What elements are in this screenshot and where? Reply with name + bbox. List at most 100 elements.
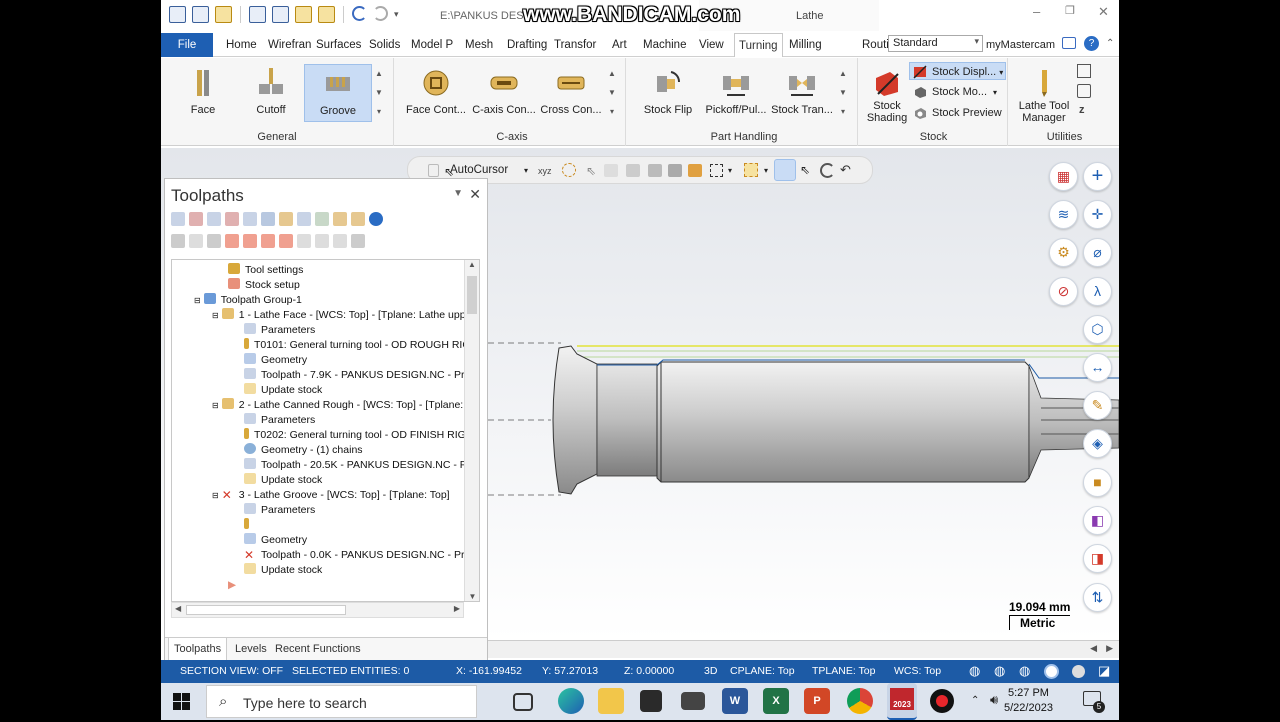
tplane-status[interactable]: TPLANE: Top <box>812 665 875 677</box>
help-icon[interactable]: ? <box>1084 36 1099 51</box>
show-all-icon[interactable] <box>315 234 329 248</box>
tray-overflow-icon[interactable]: ⌃ <box>971 695 979 706</box>
mastercam-taskbar-button[interactable]: 2023 <box>887 683 917 720</box>
function-icon[interactable]: λ <box>1083 277 1112 306</box>
stock-display-button[interactable]: Stock Displ... ▾ <box>909 62 1006 80</box>
viewsheet-prev-icon[interactable]: ◀ <box>1090 643 1097 654</box>
panel-close-icon[interactable]: ✕ <box>469 186 481 203</box>
general-gallery-scroll[interactable]: ▲ ▼ ▾ <box>374 64 384 122</box>
caxis-gallery-scroll[interactable]: ▲ ▼ ▾ <box>607 64 617 122</box>
show-selected-icon[interactable] <box>297 234 311 248</box>
viewsheet-next-icon[interactable]: ▶ <box>1106 643 1113 654</box>
scroll-down-icon[interactable]: ▼ <box>465 592 479 601</box>
new-file-icon[interactable] <box>169 6 186 23</box>
save-icon[interactable] <box>192 6 209 23</box>
tree-item-op3-toolpath[interactable]: ✕ Toolpath - 0.0K - PANKUS DESIGN.NC - Pr… <box>244 548 476 563</box>
tab-recent-functions[interactable]: Recent Functions <box>275 643 361 655</box>
panel-help-icon[interactable] <box>369 212 383 226</box>
snap-point-icon[interactable]: ✛ <box>1083 200 1112 229</box>
collapse-icon[interactable]: ⊟ <box>212 311 219 320</box>
tree-item-op2-update-stock[interactable]: Update stock <box>244 473 322 488</box>
tab-view[interactable]: View <box>695 33 728 57</box>
tab-model-prep[interactable]: Model P <box>407 33 457 57</box>
scroll-right-icon[interactable]: ▶ <box>454 604 460 613</box>
tree-horizontal-scrollbar[interactable]: ◀ ▶ <box>171 602 464 618</box>
tree-item-op3-tool[interactable] <box>244 518 254 533</box>
tree-item-stock-setup[interactable]: Stock setup <box>228 278 300 293</box>
post-icon[interactable] <box>297 212 311 226</box>
lock-op-icon[interactable] <box>171 234 185 248</box>
collapse-icon[interactable]: ⊟ <box>212 491 219 500</box>
stock-flip-button[interactable]: Stock Flip <box>634 64 702 122</box>
tree-item-op2-geometry[interactable]: Geometry - (1) chains <box>244 443 363 458</box>
layers-icon[interactable]: ≋ <box>1049 200 1078 229</box>
solid-view-icon[interactable]: ■ <box>1083 468 1112 497</box>
insert-arrow-icon[interactable] <box>261 234 275 248</box>
tree-item-op3-update-stock[interactable]: Update stock <box>244 563 322 578</box>
backplot-icon[interactable] <box>243 212 257 226</box>
mail-icon[interactable] <box>681 692 705 710</box>
collapse-ribbon-icon[interactable]: ⌃ <box>1106 38 1114 49</box>
viewport-horizontal-scrollbar[interactable]: ◀ ▶ <box>488 640 1119 658</box>
settings-gear-icon[interactable]: ⚙ <box>1049 238 1078 267</box>
tree-item-op1-parameters[interactable]: Parameters <box>244 323 315 338</box>
utility-tool-icon[interactable] <box>1077 64 1091 78</box>
tree-item-op3-geometry[interactable]: Geometry <box>244 533 307 548</box>
tree-item-op1-tool[interactable]: T0101: General turning tool - OD ROUGH R… <box>244 338 471 353</box>
face-contour-button[interactable]: Face Cont... <box>403 64 469 122</box>
cancel-icon[interactable]: ⊘ <box>1049 277 1078 306</box>
tab-turning[interactable]: Turning <box>734 33 783 57</box>
view-select[interactable]: Standard <box>888 35 983 52</box>
scroll-thumb[interactable] <box>467 276 477 314</box>
move-down-icon[interactable] <box>225 234 239 248</box>
tab-home[interactable]: Home <box>222 33 261 57</box>
dimension-icon[interactable]: ↔ <box>1083 353 1112 382</box>
deselect-ops-icon[interactable] <box>189 212 203 226</box>
store-icon[interactable] <box>640 690 662 712</box>
globe-shaded-icon[interactable]: ◍ <box>1019 663 1030 679</box>
tab-surfaces[interactable]: Surfaces <box>312 33 365 57</box>
tree-item-op1-geometry[interactable]: Geometry <box>244 353 307 368</box>
stock-preview-button[interactable]: Stock Preview <box>910 104 1006 122</box>
view-cube-icon[interactable]: ⬡ <box>1083 315 1112 344</box>
wcs-status[interactable]: WCS: Top <box>894 665 941 677</box>
verify-icon[interactable] <box>261 212 275 226</box>
chrome-icon[interactable] <box>847 688 873 714</box>
selected-entities-status[interactable]: SELECTED ENTITIES: 0 <box>292 665 409 677</box>
tree-vertical-scrollbar[interactable]: ▲ ▼ <box>464 260 479 601</box>
windows-start-icon[interactable] <box>173 693 190 710</box>
tree-item-op2-toolpath[interactable]: Toolpath - 20.5K - PANKUS DESIGN.NC - Pr… <box>244 458 476 473</box>
lathe-tool-manager-button[interactable]: Lathe Tool Manager <box>1014 64 1074 126</box>
tree-item-op1-update-stock[interactable]: Update stock <box>244 383 322 398</box>
zoom-in-icon[interactable]: + <box>1083 162 1112 191</box>
redo-icon[interactable] <box>373 6 388 21</box>
stock-model-button[interactable]: Stock Mo... ▾ <box>910 83 1006 101</box>
tab-file[interactable]: File <box>161 33 213 57</box>
tree-item-op3[interactable]: ⊟ ✕ 3 - Lathe Groove - [WCS: Top] - [Tplan… <box>212 488 450 503</box>
toggle-post-icon[interactable] <box>207 234 221 248</box>
edge-browser-icon[interactable] <box>558 688 584 714</box>
tab-machine[interactable]: Machine <box>639 33 690 57</box>
task-view-icon[interactable] <box>513 693 533 711</box>
insert-arrow-marker[interactable]: ▶ <box>228 578 236 593</box>
caxis-contour-button[interactable]: C-axis Con... <box>471 64 537 122</box>
color-mode-icon[interactable]: ◨ <box>1083 544 1112 573</box>
stock-shading-button[interactable]: Stock Shading <box>862 64 912 128</box>
print-preview-icon[interactable] <box>272 6 289 23</box>
edit-tool-icon[interactable] <box>351 212 365 226</box>
tree-item-op2[interactable]: ⊟ 2 - Lathe Canned Rough - [WCS: Top] - [… <box>212 398 463 413</box>
tab-drafting[interactable]: Drafting <box>503 33 551 57</box>
collapse-icon[interactable]: ⊟ <box>194 296 201 305</box>
diameter-icon[interactable]: ⌀ <box>1083 238 1112 267</box>
panel-pin-icon[interactable]: ▼ <box>453 188 463 199</box>
tab-mesh[interactable]: Mesh <box>461 33 497 57</box>
shading-mode-icon[interactable]: ◧ <box>1083 506 1112 535</box>
globe-icon[interactable]: ◍ <box>969 663 980 679</box>
tab-toolpaths[interactable]: Toolpaths <box>168 638 228 661</box>
select-all-ops-icon[interactable] <box>171 212 185 226</box>
save-as-icon[interactable] <box>295 6 312 23</box>
tree-item-op1-toolpath[interactable]: Toolpath - 7.9K - PANKUS DESIGN.NC - Pro… <box>244 368 476 383</box>
regen-ops-icon[interactable] <box>207 212 221 226</box>
properties-icon[interactable] <box>318 6 335 23</box>
powerpoint-icon[interactable]: P <box>804 688 830 714</box>
